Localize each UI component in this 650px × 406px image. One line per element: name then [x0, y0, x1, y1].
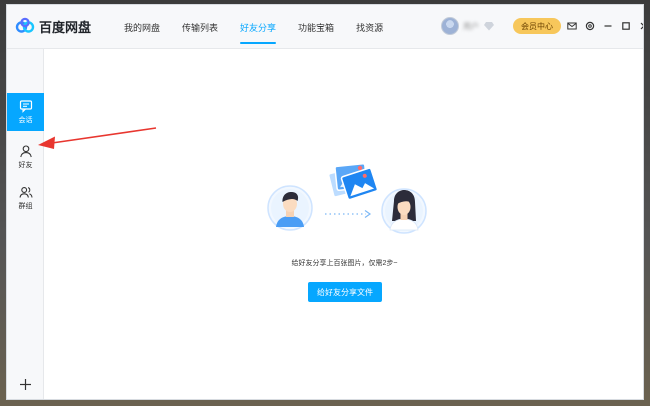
- close-icon[interactable]: [637, 19, 643, 33]
- tab-toolbox[interactable]: 功能宝箱: [287, 5, 345, 49]
- tab-friend-share[interactable]: 好友分享: [229, 5, 287, 49]
- window-controls: [565, 19, 643, 33]
- sidebar-item-groups[interactable]: 群组: [7, 179, 44, 217]
- receiver-avatar-icon: [381, 188, 427, 234]
- diamond-icon: [484, 22, 494, 31]
- sidebar-item-chat[interactable]: 会话: [7, 93, 44, 131]
- sidebar: 会话 好友 群组: [7, 49, 44, 399]
- user-area[interactable]: 用户: [441, 17, 494, 35]
- main-nav: 我的网盘 传输列表 好友分享 功能宝箱 找资源: [113, 5, 394, 49]
- mail-icon[interactable]: [565, 19, 579, 33]
- tab-find-resources[interactable]: 找资源: [345, 5, 394, 49]
- maximize-icon[interactable]: [619, 19, 633, 33]
- minimize-icon[interactable]: [601, 19, 615, 33]
- share-files-button[interactable]: 给好友分享文件: [308, 282, 382, 302]
- sidebar-item-label: 会话: [18, 117, 33, 124]
- chat-icon: [19, 100, 32, 113]
- tab-transfer-list[interactable]: 传输列表: [171, 5, 229, 49]
- username[interactable]: 用户: [463, 21, 479, 32]
- vip-center-button[interactable]: 会员中心: [513, 18, 561, 34]
- sidebar-item-friends[interactable]: 好友: [7, 138, 44, 176]
- person-icon: [19, 145, 32, 158]
- sidebar-item-label: 群组: [18, 203, 33, 210]
- add-icon[interactable]: [19, 378, 32, 391]
- sender-avatar-icon: [267, 185, 313, 231]
- group-icon: [18, 187, 32, 198]
- tab-my-disk[interactable]: 我的网盘: [113, 5, 171, 49]
- title-bar: 百度网盘 我的网盘 传输列表 好友分享 功能宝箱 找资源 用户 会员中心: [7, 5, 643, 49]
- avatar[interactable]: [441, 17, 459, 35]
- share-illustration: [267, 162, 427, 234]
- app-window: 百度网盘 我的网盘 传输列表 好友分享 功能宝箱 找资源 用户 会员中心 会话 …: [6, 4, 644, 400]
- transfer-arrow: [325, 210, 372, 218]
- app-name: 百度网盘: [39, 19, 92, 35]
- photos-icon: [327, 162, 379, 201]
- baidu-cloud-logo-icon: [15, 17, 35, 33]
- settings-icon[interactable]: [583, 19, 597, 33]
- share-hint-text: 给好友分享上百张图片，仅需2步~: [291, 260, 398, 267]
- app-logo: 百度网盘: [15, 16, 91, 36]
- main-content: 给好友分享上百张图片，仅需2步~ 给好友分享文件: [44, 49, 643, 399]
- sidebar-item-label: 好友: [18, 162, 33, 169]
